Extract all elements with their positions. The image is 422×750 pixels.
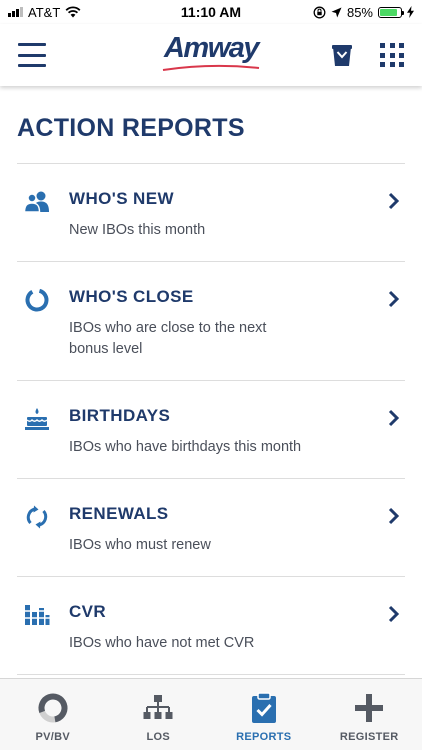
tab-label: REPORTS <box>236 731 292 743</box>
tab-register[interactable]: REGISTER <box>317 679 422 750</box>
report-item-whos-close[interactable]: WHO'S CLOSE IBOs who are close to the ne… <box>17 262 405 381</box>
app-header: Amway <box>0 24 422 86</box>
chevron-right-icon <box>388 605 400 623</box>
carrier-label: AT&T <box>28 4 61 20</box>
report-description: IBOs who have not met CVR <box>69 635 255 651</box>
cvr-chart-icon <box>23 601 51 629</box>
progress-ring-icon <box>23 286 51 314</box>
report-description: IBOs who must renew <box>69 537 211 553</box>
report-description: IBOs who have birthdays this month <box>69 439 302 455</box>
logo-text: Amway <box>163 32 260 64</box>
amway-logo: Amway <box>161 32 261 72</box>
hamburger-icon[interactable] <box>18 43 46 67</box>
pvbv-ring-icon <box>36 691 70 725</box>
users-icon <box>23 188 51 216</box>
report-title: BIRTHDAYS <box>69 406 171 425</box>
wifi-icon <box>65 6 81 18</box>
clipboard-check-icon <box>247 691 281 725</box>
report-description: IBOs who are close to the next bonus lev… <box>69 320 267 357</box>
tab-label: LOS <box>146 731 170 743</box>
chevron-right-icon <box>388 192 400 210</box>
org-chart-icon <box>141 691 175 725</box>
report-description: New IBOs this month <box>69 222 206 238</box>
logo-swoosh-icon <box>162 64 260 71</box>
birthday-cake-icon <box>23 405 51 433</box>
report-item-birthdays[interactable]: BIRTHDAYS IBOs who have birthdays this m… <box>17 381 405 479</box>
chevron-right-icon <box>388 507 400 525</box>
report-item-whos-new[interactable]: WHO'S NEW New IBOs this month <box>17 164 405 262</box>
tab-label: REGISTER <box>339 731 399 743</box>
report-title: CVR <box>69 602 107 621</box>
report-title: WHO'S NEW <box>69 189 174 208</box>
grid-icon[interactable] <box>380 43 404 67</box>
status-bar: AT&T 11:10 AM 85% <box>0 0 422 24</box>
renew-icon <box>23 503 51 531</box>
tab-pvbv[interactable]: PV/BV <box>0 679 106 750</box>
chevron-right-icon <box>388 409 400 427</box>
charging-bolt-icon <box>407 6 414 18</box>
report-item-renewals[interactable]: RENEWALS IBOs who must renew <box>17 479 405 577</box>
status-left: AT&T <box>8 5 81 20</box>
plus-icon <box>352 691 386 725</box>
signal-icon <box>8 7 23 17</box>
battery-percent: 85% <box>346 4 373 20</box>
tab-los[interactable]: LOS <box>106 679 212 750</box>
status-right: 85% <box>313 5 414 20</box>
main-content: ACTION REPORTS WHO'S NEW New IBOs this m… <box>0 86 422 678</box>
report-title: RENEWALS <box>69 504 169 523</box>
chevron-right-icon <box>388 290 400 308</box>
tab-label: PV/BV <box>35 731 70 743</box>
page-title: ACTION REPORTS <box>17 114 245 142</box>
report-title: WHO'S CLOSE <box>69 287 194 306</box>
shopping-bag-icon[interactable] <box>330 42 354 68</box>
header-actions <box>330 42 404 68</box>
report-list: WHO'S NEW New IBOs this month WHO'S CLOS… <box>17 163 405 675</box>
battery-icon <box>378 6 404 18</box>
bottom-tab-bar: PV/BV LOS REPORTS REGISTER <box>0 678 422 750</box>
report-item-cvr[interactable]: CVR IBOs who have not met CVR <box>17 577 405 675</box>
orientation-lock-icon <box>313 6 326 18</box>
tab-reports[interactable]: REPORTS <box>211 679 317 750</box>
location-arrow-icon <box>331 7 342 17</box>
